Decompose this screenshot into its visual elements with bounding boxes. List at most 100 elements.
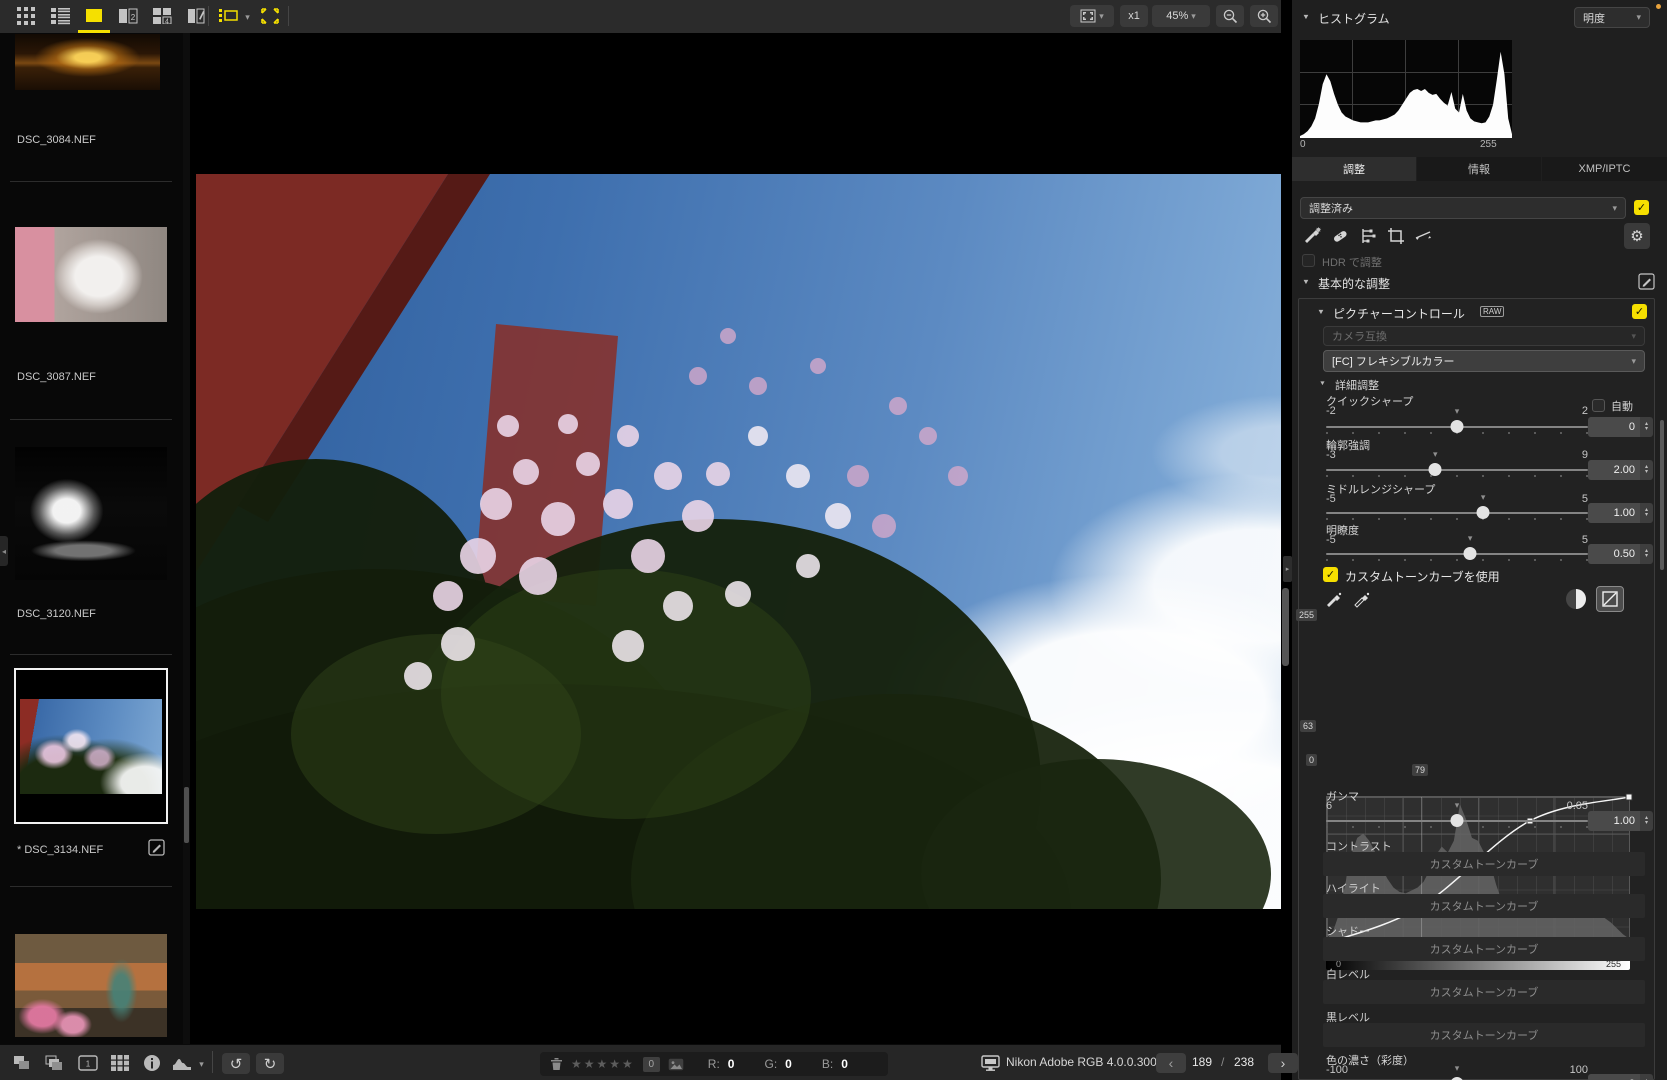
slider-value-box[interactable]: 0.50: [1588, 544, 1640, 564]
next-image-button[interactable]: ›: [1268, 1053, 1298, 1073]
label-badge[interactable]: 0: [642, 1056, 660, 1072]
copy-adjustments-icon[interactable]: [10, 1052, 34, 1074]
straighten-icon[interactable]: [1412, 225, 1436, 247]
gamma-spinner[interactable]: [1640, 811, 1653, 831]
custom-curve-checkbox[interactable]: [1323, 567, 1338, 582]
picture-control-triangle[interactable]: ▼: [1317, 307, 1325, 315]
fullscreen-icon[interactable]: [258, 5, 282, 27]
detail-adjust-triangle[interactable]: ▼: [1319, 380, 1326, 386]
auto-checkbox[interactable]: [1592, 399, 1605, 412]
curve-ymid-tag: 63: [1300, 720, 1317, 732]
filmstrip-collapse-handle[interactable]: ◂: [0, 536, 8, 566]
custom-curve-row-button: カスタムトーンカーブ: [1323, 1023, 1645, 1047]
gamma-value-box[interactable]: 1.00: [1588, 811, 1640, 831]
image-label-icon[interactable]: [668, 1058, 684, 1071]
slider-thumb[interactable]: [1450, 420, 1464, 433]
basic-section-title: 基本的な調整: [1318, 277, 1391, 291]
info-overlay-icon[interactable]: [140, 1052, 164, 1074]
paste-adjustments-icon[interactable]: [42, 1052, 66, 1074]
histogram-disclosure-triangle[interactable]: ▼: [1302, 12, 1310, 20]
raw-badge: RAW: [1480, 306, 1505, 317]
single-frame-icon[interactable]: 1: [76, 1052, 100, 1074]
preset-dropdown[interactable]: 調整済み ▾: [1300, 197, 1626, 219]
slider-track[interactable]: [1326, 512, 1588, 514]
green-label: G:: [764, 1057, 778, 1071]
thumbnail-cat[interactable]: [15, 227, 167, 322]
preset-enabled-checkbox[interactable]: [1634, 200, 1649, 215]
slider-value-box[interactable]: 2.00: [1588, 460, 1640, 480]
slider-value-box[interactable]: 0: [1588, 417, 1640, 437]
thumbnail-street[interactable]: [15, 934, 167, 1037]
custom-curve-row-button: カスタムトーンカーブ: [1323, 980, 1645, 1004]
contrast-icon[interactable]: [1564, 587, 1588, 611]
filmstrip-toggle-icon[interactable]: [218, 5, 242, 27]
gamma-thumb[interactable]: [1450, 814, 1464, 827]
right-panel-collapse-handle[interactable]: ▸: [1283, 556, 1292, 582]
crop-icon[interactable]: [1384, 225, 1408, 247]
edited-pencil-icon: [148, 839, 165, 856]
edit-list-icon[interactable]: [1638, 273, 1655, 290]
filmstrip-scrollbar-thumb[interactable]: [184, 787, 189, 843]
rating-stars[interactable]: ★★★★★: [571, 1057, 635, 1071]
before-after-view-icon[interactable]: [184, 5, 208, 27]
tab-xmp-iptc[interactable]: XMP/IPTC: [1542, 157, 1667, 181]
trash-icon[interactable]: [550, 1057, 563, 1071]
single-image-view-icon-active[interactable]: [82, 5, 106, 27]
photo-canvas[interactable]: [196, 174, 1281, 909]
filmstrip-scrollbar[interactable]: [183, 33, 190, 1044]
thumbnail-grid-view-icon[interactable]: [14, 5, 38, 27]
slider-spinner[interactable]: [1640, 460, 1653, 480]
previous-image-button[interactable]: ‹: [1156, 1053, 1186, 1073]
hdr-checkbox[interactable]: [1302, 254, 1315, 267]
zoom-in-button[interactable]: [1250, 5, 1278, 27]
thumbnail-station[interactable]: [15, 447, 167, 580]
slider-spinner[interactable]: [1640, 503, 1653, 523]
white-balance-picker-icon[interactable]: [1300, 225, 1324, 247]
slider-track[interactable]: [1326, 553, 1588, 555]
slider-track[interactable]: [1326, 469, 1588, 471]
retouch-brush-icon[interactable]: [1328, 225, 1352, 247]
black-point-picker-icon[interactable]: [1322, 589, 1346, 611]
slider-thumb[interactable]: [1463, 547, 1477, 560]
histogram-channel-dropdown[interactable]: 明度 ▾: [1574, 7, 1650, 28]
fit-to-screen-button[interactable]: [1070, 5, 1114, 27]
saturation-value-box[interactable]: 0: [1588, 1074, 1640, 1080]
saturation-spinner[interactable]: [1640, 1074, 1653, 1080]
zoom-level-dropdown[interactable]: 45%: [1152, 5, 1210, 27]
compare-two-images-icon[interactable]: 2: [116, 5, 140, 27]
filmstrip-divider: [10, 654, 172, 655]
compare-four-images-icon[interactable]: 4: [150, 5, 174, 27]
image-total: 238: [1234, 1055, 1255, 1069]
histogram-chart: [1300, 40, 1512, 138]
histogram-overlay-icon[interactable]: [170, 1052, 194, 1074]
linear-curve-button-active[interactable]: [1596, 586, 1624, 612]
histogram-overlay-chevron-icon[interactable]: [194, 1052, 206, 1074]
undo-button[interactable]: ↺: [222, 1053, 250, 1074]
slider-spinner[interactable]: [1640, 417, 1653, 437]
slider-thumb[interactable]: [1476, 506, 1490, 519]
curve-control-point[interactable]: [1625, 793, 1633, 801]
zoom-1to1-button[interactable]: x1: [1120, 5, 1148, 27]
picture-control-checkbox[interactable]: [1632, 304, 1647, 319]
filename-label: DSC_3120.NEF: [17, 608, 96, 620]
tab-info[interactable]: 情報: [1417, 157, 1541, 181]
thumbnail-sunset[interactable]: [15, 34, 160, 90]
viewer-scrollbar-thumb[interactable]: [1282, 588, 1289, 666]
levels-curves-icon[interactable]: [1356, 225, 1380, 247]
tab-adjust[interactable]: 調整: [1292, 157, 1416, 181]
slider-thumb[interactable]: [1428, 463, 1442, 476]
grid-overlay-icon[interactable]: [108, 1052, 132, 1074]
slider-value-box[interactable]: 1.00: [1588, 503, 1640, 523]
basic-section-triangle[interactable]: ▼: [1302, 277, 1310, 285]
slider-spinner[interactable]: [1640, 544, 1653, 564]
redo-button[interactable]: ↻: [256, 1053, 284, 1074]
white-point-picker-icon[interactable]: [1350, 589, 1374, 611]
filmstrip-toggle-chevron-icon[interactable]: [240, 5, 252, 27]
settings-gear-icon[interactable]: ⚙: [1624, 223, 1650, 249]
panel-scrollbar-thumb[interactable]: [1660, 420, 1664, 570]
thumbnail-list-view-icon[interactable]: [48, 5, 72, 27]
right-panel: ▼ ヒストグラム 明度 ▾ 0 255 調整 情報 XMP/IPTC 調整済み ▾: [1292, 0, 1667, 1080]
picture-control-mode-dropdown[interactable]: [FC] フレキシブルカラー ▾: [1323, 350, 1645, 372]
thumbnail-flowers-selected[interactable]: [14, 668, 168, 824]
zoom-out-button[interactable]: [1216, 5, 1244, 27]
